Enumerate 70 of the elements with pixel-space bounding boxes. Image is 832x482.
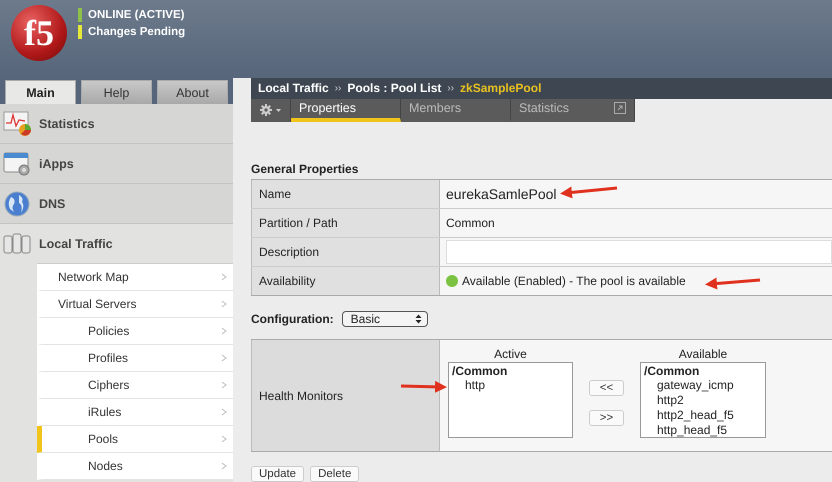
property-value: Common [446, 216, 495, 230]
breadcrumb-link[interactable]: Pools : Pool List [347, 81, 442, 96]
sidebar-item[interactable]: Profiles [37, 345, 233, 372]
available-monitor-list[interactable]: /Common gateway_icmp http2 http2_head_f5 http_head_f5 [640, 362, 766, 438]
sidebar-item[interactable]: Policies [37, 318, 233, 345]
availability-text: Available (Enabled) - The pool is available [462, 274, 686, 288]
list-item[interactable]: http [452, 378, 569, 393]
sidebar-item[interactable]: Virtual Servers [37, 291, 233, 318]
breadcrumb-separator: ›› [447, 82, 454, 94]
chevron-icon [221, 408, 227, 416]
logo: f5 [11, 5, 67, 61]
property-label: Partition / Path [251, 209, 440, 237]
property-label: Health Monitors [251, 340, 440, 451]
status-text: ONLINE (ACTIVE) [88, 9, 184, 21]
move-button[interactable]: << [589, 380, 624, 396]
nav-tab[interactable]: About [157, 80, 228, 104]
sidebar-item[interactable]: Nodes [37, 453, 233, 480]
chevron-icon [221, 354, 227, 362]
sort-arrows-icon [414, 314, 422, 324]
chevron-icon [221, 300, 227, 308]
chevron-icon [221, 381, 227, 389]
annotation-arrow [400, 380, 447, 393]
nav-tab[interactable]: Main [5, 80, 76, 104]
configuration-select[interactable]: Basic [342, 311, 428, 327]
section-heading: General Properties [251, 162, 360, 177]
breadcrumb-link[interactable]: Local Traffic [258, 81, 329, 96]
sidebar-section[interactable]: Statistics [0, 104, 233, 144]
chevron-icon [221, 327, 227, 335]
description-field[interactable] [446, 240, 832, 264]
list-item[interactable]: http_head_f5 [644, 423, 762, 438]
caret-icon [276, 108, 281, 112]
chevron-icon [221, 435, 227, 443]
chart-icon [3, 110, 33, 136]
active-monitor-list[interactable]: /Common http [448, 362, 573, 438]
sidebar-item[interactable]: Network Map [37, 264, 233, 291]
action-button[interactable]: Delete [310, 466, 360, 482]
annotation-arrow [705, 278, 760, 290]
status-text: Changes Pending [88, 26, 186, 38]
property-value: eurekaSamlePool [446, 186, 557, 202]
list-item[interactable]: http2_head_f5 [644, 408, 762, 423]
server-stack-icon [3, 230, 33, 256]
list-heading: Available [678, 347, 728, 362]
property-label: Name [251, 180, 440, 208]
configuration-label: Configuration: [251, 312, 334, 326]
sidebar-item[interactable]: iRules [37, 399, 233, 426]
tab[interactable]: Properties [291, 98, 401, 122]
annotation-arrow [560, 186, 618, 198]
settings-menu-button[interactable] [251, 98, 291, 122]
list-group: /Common [644, 364, 762, 378]
chevron-icon [221, 462, 227, 470]
sidebar-section[interactable]: DNS [0, 184, 233, 224]
external-link-icon [614, 102, 626, 114]
breadcrumb-current: zkSamplePool [460, 81, 542, 96]
sidebar-section[interactable]: iApps [0, 144, 233, 184]
property-label: Description [251, 238, 440, 266]
move-button[interactable]: >> [589, 410, 624, 426]
list-item[interactable]: http2 [644, 393, 762, 408]
action-button[interactable]: Update [251, 466, 304, 482]
chevron-icon [221, 273, 227, 281]
property-label: Availability [251, 267, 440, 295]
list-heading: Active [494, 347, 527, 362]
tab[interactable]: Statistics [511, 98, 635, 122]
breadcrumb-separator: ›› [334, 82, 342, 94]
list-item[interactable]: gateway_icmp [644, 378, 762, 393]
sidebar-item[interactable]: Pools [37, 426, 233, 453]
list-group: /Common [452, 364, 569, 378]
sidebar-item[interactable]: Ciphers [37, 372, 233, 399]
tab[interactable]: Members [401, 98, 511, 122]
nav-tab[interactable]: Help [81, 80, 152, 104]
gear-icon [260, 104, 272, 116]
